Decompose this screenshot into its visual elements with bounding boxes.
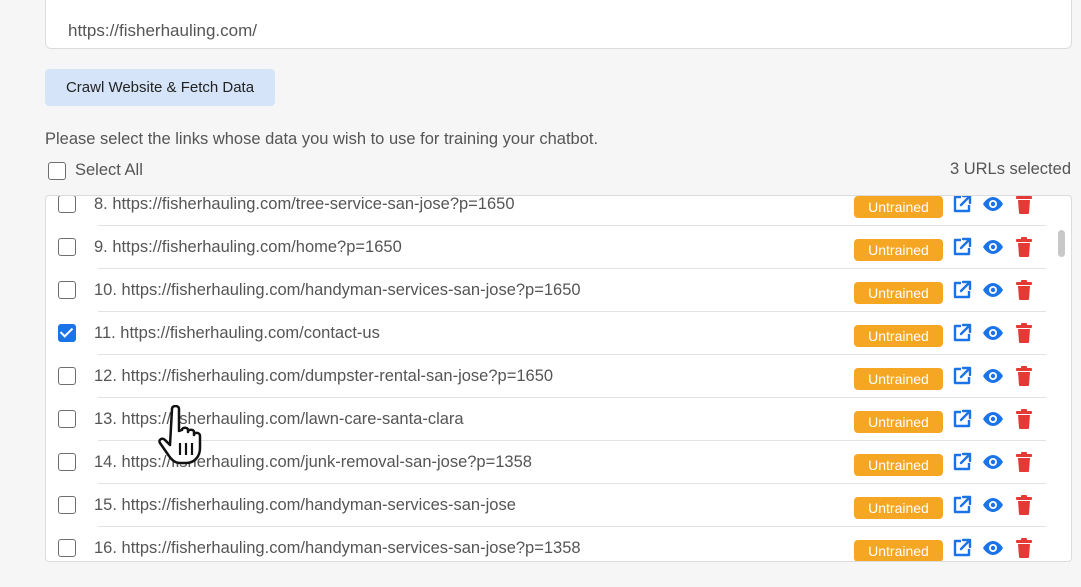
row-actions xyxy=(951,279,1035,301)
status-badge: Untrained xyxy=(854,325,943,347)
eye-icon[interactable] xyxy=(982,236,1004,258)
trash-icon[interactable] xyxy=(1013,537,1035,559)
status-badge: Untrained xyxy=(854,239,943,261)
link-row[interactable]: 16. https://fisherhauling.com/handyman-s… xyxy=(46,527,1046,561)
external-link-icon[interactable] xyxy=(951,537,973,559)
status-badge: Untrained xyxy=(854,411,943,433)
row-actions xyxy=(951,196,1035,215)
external-link-icon[interactable] xyxy=(951,196,973,215)
external-link-icon[interactable] xyxy=(951,494,973,516)
link-row[interactable]: 8. https://fisherhauling.com/tree-servic… xyxy=(46,195,1046,226)
row-actions xyxy=(951,365,1035,387)
status-badge: Untrained xyxy=(854,454,943,476)
eye-icon[interactable] xyxy=(982,451,1004,473)
link-url: 16. https://fisherhauling.com/handyman-s… xyxy=(94,539,581,557)
crawl-website-button[interactable]: Crawl Website & Fetch Data xyxy=(45,69,275,106)
select-all-label: Select All xyxy=(75,161,143,179)
external-link-icon[interactable] xyxy=(951,451,973,473)
list-scrollbar[interactable] xyxy=(1058,230,1065,257)
eye-icon[interactable] xyxy=(982,537,1004,559)
trash-icon[interactable] xyxy=(1013,279,1035,301)
trash-icon[interactable] xyxy=(1013,408,1035,430)
link-row[interactable]: 10. https://fisherhauling.com/handyman-s… xyxy=(46,269,1046,312)
link-row[interactable]: 15. https://fisherhauling.com/handyman-s… xyxy=(46,484,1046,527)
selected-count-text: 3 URLs selected xyxy=(949,160,1071,178)
row-actions xyxy=(951,236,1035,258)
eye-icon[interactable] xyxy=(982,408,1004,430)
status-badge: Untrained xyxy=(854,196,943,218)
links-rows: 8. https://fisherhauling.com/tree-servic… xyxy=(46,195,1046,561)
status-badge: Untrained xyxy=(854,497,943,519)
status-badge: Untrained xyxy=(854,282,943,304)
link-checkbox[interactable] xyxy=(58,238,76,256)
eye-icon[interactable] xyxy=(982,322,1004,344)
link-url: 15. https://fisherhauling.com/handyman-s… xyxy=(94,496,516,514)
link-checkbox[interactable] xyxy=(58,324,76,342)
link-url: 11. https://fisherhauling.com/contact-us xyxy=(94,324,380,342)
external-link-icon[interactable] xyxy=(951,322,973,344)
link-row[interactable]: 12. https://fisherhauling.com/dumpster-r… xyxy=(46,355,1046,398)
trash-icon[interactable] xyxy=(1013,494,1035,516)
link-checkbox[interactable] xyxy=(58,453,76,471)
link-row[interactable]: 9. https://fisherhauling.com/home?p=1650… xyxy=(46,226,1046,269)
hand-pointer-cursor-icon xyxy=(158,404,212,472)
external-link-icon[interactable] xyxy=(951,408,973,430)
link-url: 13. https://fisherhauling.com/lawn-care-… xyxy=(94,410,464,428)
link-url: 9. https://fisherhauling.com/home?p=1650 xyxy=(94,238,402,256)
trash-icon[interactable] xyxy=(1013,365,1035,387)
status-badge: Untrained xyxy=(854,368,943,390)
trash-icon[interactable] xyxy=(1013,236,1035,258)
link-checkbox[interactable] xyxy=(58,410,76,428)
page: Crawl Website & Fetch Data Please select… xyxy=(0,0,1081,587)
link-checkbox[interactable] xyxy=(58,496,76,514)
row-actions xyxy=(951,451,1035,473)
status-badge: Untrained xyxy=(854,540,943,561)
eye-icon[interactable] xyxy=(982,279,1004,301)
link-checkbox[interactable] xyxy=(58,281,76,299)
external-link-icon[interactable] xyxy=(951,236,973,258)
select-all-checkbox[interactable]: Select All xyxy=(48,161,143,180)
link-checkbox[interactable] xyxy=(58,196,76,213)
link-checkbox[interactable] xyxy=(58,539,76,557)
instruction-text: Please select the links whose data you w… xyxy=(45,130,599,148)
eye-icon[interactable] xyxy=(982,365,1004,387)
eye-icon[interactable] xyxy=(982,494,1004,516)
row-actions xyxy=(951,322,1035,344)
trash-icon[interactable] xyxy=(1013,322,1035,344)
link-url: 12. https://fisherhauling.com/dumpster-r… xyxy=(94,367,554,385)
link-url: 10. https://fisherhauling.com/handyman-s… xyxy=(94,281,581,299)
row-actions xyxy=(951,408,1035,430)
row-actions xyxy=(951,494,1035,516)
select-all-box[interactable] xyxy=(48,161,66,180)
link-checkbox[interactable] xyxy=(58,367,76,385)
website-url-input[interactable] xyxy=(45,0,1072,49)
trash-icon[interactable] xyxy=(1013,451,1035,473)
trash-icon[interactable] xyxy=(1013,196,1035,215)
external-link-icon[interactable] xyxy=(951,279,973,301)
row-actions xyxy=(951,537,1035,559)
link-url: 8. https://fisherhauling.com/tree-servic… xyxy=(94,195,515,213)
link-row[interactable]: 11. https://fisherhauling.com/contact-us… xyxy=(46,312,1046,355)
eye-icon[interactable] xyxy=(982,196,1004,215)
links-list[interactable]: 8. https://fisherhauling.com/tree-servic… xyxy=(45,195,1072,562)
external-link-icon[interactable] xyxy=(951,365,973,387)
